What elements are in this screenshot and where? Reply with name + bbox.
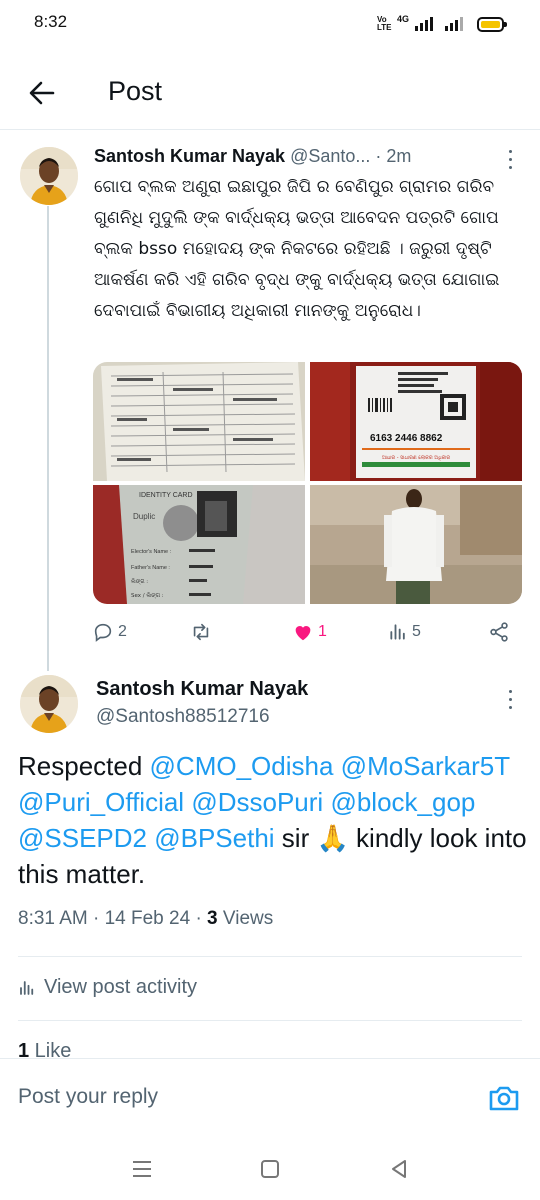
media-image-idcard[interactable]: IDENTITY CARD Duplic Elector's Name : Fa… [93,485,305,604]
media-image-person[interactable] [310,485,522,604]
like-count: 1 [318,623,327,640]
author-handle[interactable]: @Santosh88512716 [96,706,270,728]
back-arrow-icon[interactable] [26,77,58,109]
views-button[interactable]: 5 [388,618,421,646]
author-name[interactable]: Santosh Kumar Nayak [96,678,308,701]
mention-link[interactable]: @MoSarkar5T [341,751,510,781]
signal-icon-2 [445,17,463,31]
post-meta: 8:31 AM · 14 Feb 24 · 3 Views [18,908,273,930]
text-prefix: Respected [18,751,150,781]
view-activity-link[interactable]: View post activity [18,976,197,999]
main-tweet-text: Respected @CMO_Odisha @MoSarkar5T @Puri_… [18,748,528,892]
author-handle[interactable]: @Santo... [290,146,370,166]
post-timestamp: 8:31 AM · 14 Feb 24 · [18,908,208,929]
back-icon[interactable] [384,1154,414,1184]
id-field-2: Father's Name : [131,565,170,571]
aadhaar-number: 6163 2446 8862 [370,433,443,444]
views-icon [390,624,405,640]
network-type: 4G [396,14,409,24]
thread-line [47,206,49,671]
status-time: 8:32 [34,12,68,31]
tweet-header: Santosh Kumar Nayak @Santo... · 2m [94,146,514,167]
home-icon[interactable] [255,1154,285,1184]
id-card-dup: Duplic [133,512,155,521]
tweet-text: ଗୋପ ବ୍ଲକ ଅଣୁରା ଇଛାପୁର ଜିପି ର ବେଣିପୁର ଗ୍ର… [94,177,500,321]
menu-icon[interactable] [127,1154,157,1184]
mention-link[interactable]: @SSEPD2 [18,823,147,853]
reply-icon [94,623,112,642]
tweet-actions: 2 1 5 [92,618,522,646]
reply-input[interactable]: Post your reply [18,1085,158,1109]
media-grid: 6163 2446 8862 ଆଧାର - ସାଧାରଣ ଲୋକର ଅଧିକାର… [93,362,522,604]
views-label: Views [217,908,274,929]
media-image-aadhaar[interactable]: 6163 2446 8862 ଆଧାର - ସାଧାରଣ ଲୋକର ଅଧିକାର [310,362,522,481]
id-field-4: Sex / ଲିଙ୍ଗ : [131,592,164,599]
views-total: 3 [207,908,218,929]
retweet-button[interactable] [190,618,216,646]
avatar[interactable] [20,147,78,205]
reply-count: 2 [118,623,127,640]
share-icon [490,622,508,642]
activity-label: View post activity [44,976,198,998]
retweet-icon [193,623,209,641]
mention-link[interactable]: @block_gop [330,787,475,817]
page-title: Post [108,76,163,106]
share-button[interactable] [488,618,510,646]
analytics-icon [20,980,34,995]
volte-icon: Vo LTE [376,15,392,32]
mention-link[interactable]: @DssoPuri [191,787,323,817]
system-nav-bar [0,1138,540,1200]
more-icon[interactable] [500,690,520,718]
like-button[interactable]: 1 [292,618,327,646]
avatar[interactable] [20,675,78,733]
mention-link[interactable]: @BPSethi [154,823,274,853]
id-card-title: IDENTITY CARD [139,492,193,499]
aadhaar-tagline: ଆଧାର - ସାଧାରଣ ଲୋକର ଅଧିକାର [382,455,450,461]
id-field-3: ଲିଙ୍ଗ : [131,578,148,585]
post-time[interactable]: 2m [386,146,411,166]
id-field-1: Elector's Name : [131,549,172,555]
status-icons: Vo LTE 4G [376,13,507,35]
divider [18,1020,522,1021]
likes-summary[interactable]: 1 Like [18,1040,71,1058]
reply-bar: Post your reply [0,1058,540,1138]
battery-icon [477,16,507,32]
separator-dot: · [370,146,387,166]
mention-link[interactable]: @CMO_Odisha [150,751,334,781]
likes-count: 1 [18,1040,30,1058]
media-image-form[interactable] [93,362,305,481]
author-name[interactable]: Santosh Kumar Nayak [94,146,285,166]
status-bar: 8:32 Vo LTE 4G [0,0,540,48]
app-header: Post [0,60,540,130]
reply-button[interactable]: 2 [92,618,127,646]
signal-icon-1 [415,17,433,31]
divider [18,956,522,957]
camera-icon[interactable] [487,1081,521,1115]
likes-label: Like [29,1040,72,1058]
mention-link[interactable]: @Puri_Official [18,787,184,817]
heart-icon [295,626,311,641]
views-count: 5 [412,623,421,640]
